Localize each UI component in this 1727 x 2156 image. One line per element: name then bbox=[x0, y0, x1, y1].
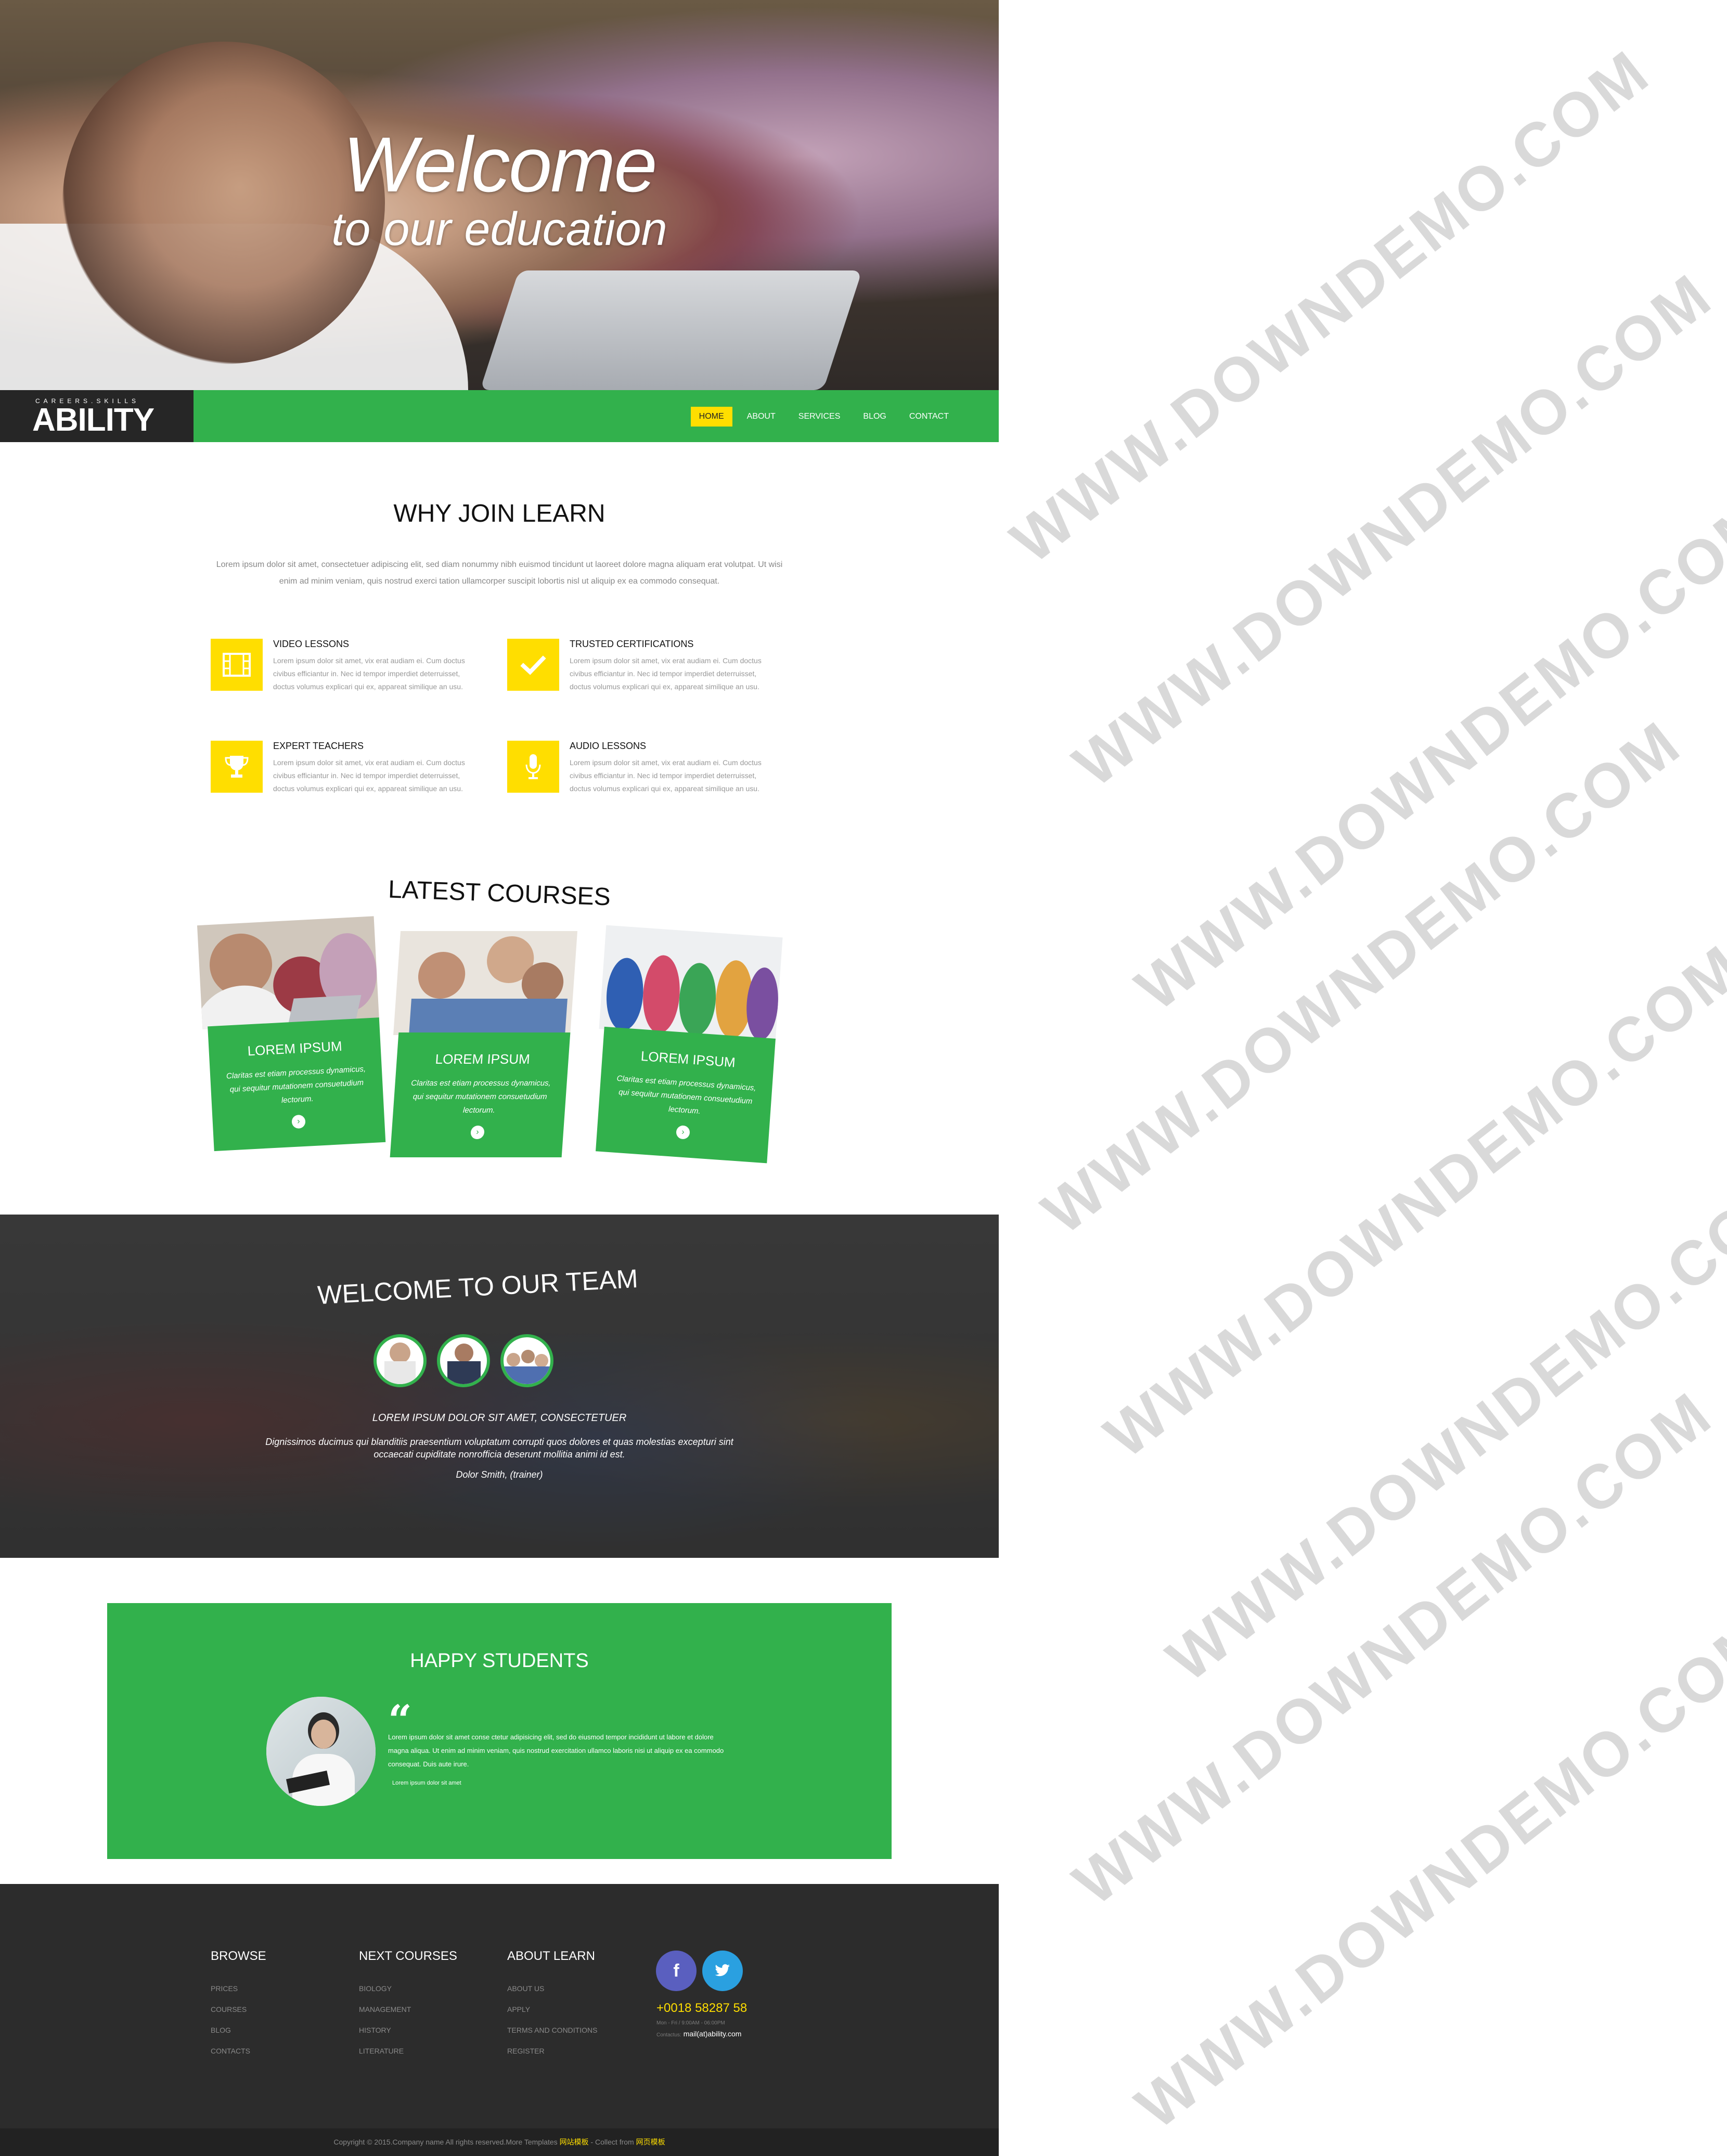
team-avatar[interactable] bbox=[437, 1334, 490, 1387]
course-info: LOREM IPSUM Claritas est etiam processus… bbox=[390, 1032, 571, 1157]
course-image bbox=[197, 916, 379, 1029]
copyright-text: Copyright © 2015.Company name All rights… bbox=[333, 2138, 558, 2146]
feature-title: EXPERT TEACHERS bbox=[273, 741, 364, 751]
feature-text: Lorem ipsum dolor sit amet, vix erat aud… bbox=[570, 656, 762, 691]
footer-link[interactable]: COURSES bbox=[211, 1999, 266, 2020]
footer-link[interactable]: PRICES bbox=[211, 1978, 266, 1999]
watermark: WWW.DOWNDEMO.COM bbox=[999, 36, 1663, 577]
footer-link[interactable]: BIOLOGY bbox=[359, 1978, 457, 1999]
team-avatar[interactable] bbox=[373, 1334, 427, 1387]
hero-title: Welcome bbox=[343, 121, 657, 208]
feature-title: AUDIO LESSONS bbox=[570, 741, 647, 751]
twitter-icon[interactable] bbox=[702, 1951, 743, 1991]
nav-item-about[interactable]: ABOUT bbox=[739, 407, 784, 427]
feature-trusted-certifications: TRUSTED CERTIFICATIONS Lorem ipsum dolor… bbox=[507, 639, 778, 717]
feature-text: Lorem ipsum dolor sit amet, vix erat aud… bbox=[570, 758, 762, 793]
page: Welcome to our education CAREERS.SKILLS … bbox=[0, 0, 999, 2156]
nav-item-blog[interactable]: BLOG bbox=[855, 407, 894, 427]
team-section: WELCOME TO OUR TEAM LOREM IPSUM DOLOR SI… bbox=[0, 1215, 999, 1558]
watermark-area: WWW.DOWNDEMO.COM WWW.DOWNDEMO.COM WWW.DO… bbox=[999, 0, 1727, 2156]
feature-title: VIDEO LESSONS bbox=[273, 639, 350, 649]
footer-link[interactable]: CONTACTS bbox=[211, 2041, 266, 2061]
logo[interactable]: CAREERS.SKILLS ABILITY bbox=[0, 390, 194, 442]
feature-video-lessons: VIDEO LESSONS Lorem ipsum dolor sit amet… bbox=[211, 639, 481, 717]
course-card[interactable]: LOREM IPSUM Claritas est etiam processus… bbox=[590, 925, 783, 1164]
nav-menu: HOME ABOUT SERVICES BLOG CONTACT bbox=[690, 407, 957, 427]
footer-heading: NEXT COURSES bbox=[359, 1949, 457, 1963]
course-image bbox=[393, 931, 578, 1035]
footer-column-about-learn: ABOUT LEARN ABOUT US APPLY TERMS AND CON… bbox=[507, 1949, 597, 2061]
team-quote-heading: LOREM IPSUM DOLOR SIT AMET, CONSECTETUER bbox=[372, 1412, 627, 1424]
nav-item-services[interactable]: SERVICES bbox=[790, 407, 849, 427]
team-quote: Dignissimos ducimus qui blanditiis praes… bbox=[265, 1437, 733, 1460]
why-title: WHY JOIN LEARN bbox=[393, 500, 605, 527]
feature-audio-lessons: AUDIO LESSONS Lorem ipsum dolor sit amet… bbox=[507, 741, 778, 819]
team-avatar[interactable] bbox=[500, 1334, 553, 1387]
film-icon bbox=[211, 639, 263, 691]
watermark: WWW.DOWNDEMO.COM bbox=[1061, 260, 1725, 801]
course-card[interactable]: LOREM IPSUM Claritas est etiam processus… bbox=[385, 931, 578, 1157]
student-photo bbox=[266, 1697, 376, 1806]
chevron-right-icon[interactable]: › bbox=[470, 1126, 485, 1139]
course-text: Claritas est etiam processus dynamicus, … bbox=[226, 1064, 366, 1105]
feature-text: Lorem ipsum dolor sit amet, vix erat aud… bbox=[273, 656, 465, 691]
course-card[interactable]: LOREM IPSUM Claritas est etiam processus… bbox=[197, 916, 386, 1152]
course-info: LOREM IPSUM Claritas est etiam processus… bbox=[208, 1017, 386, 1152]
logo-name: ABILITY bbox=[32, 402, 154, 438]
happy-students-title: HAPPY STUDENTS bbox=[410, 1650, 589, 1672]
testimonial-author: Lorem ipsum dolor sit amet bbox=[392, 1780, 461, 1786]
footer-phone: +0018 58287 58 bbox=[656, 2001, 747, 2015]
copyright-link[interactable]: 网站模板 bbox=[560, 2138, 589, 2146]
footer-link[interactable]: REGISTER bbox=[507, 2041, 597, 2061]
nav-item-contact[interactable]: CONTACT bbox=[901, 407, 957, 427]
check-icon bbox=[507, 639, 559, 691]
course-info: LOREM IPSUM Claritas est etiam processus… bbox=[596, 1026, 776, 1164]
courses-title: LATEST COURSES bbox=[388, 875, 611, 911]
footer-link[interactable]: ABOUT US bbox=[507, 1978, 597, 1999]
course-image bbox=[599, 925, 783, 1041]
copyright-text: - Collect from bbox=[590, 2138, 634, 2146]
copyright-link[interactable]: 网页模板 bbox=[636, 2138, 665, 2146]
footer-link[interactable]: LITERATURE bbox=[359, 2041, 457, 2061]
footer-column-browse: BROWSE PRICES COURSES BLOG CONTACTS bbox=[211, 1949, 266, 2061]
footer-link[interactable]: BLOG bbox=[211, 2020, 266, 2041]
course-text: Claritas est etiam processus dynamicus, … bbox=[410, 1079, 551, 1115]
feature-expert-teachers: EXPERT TEACHERS Lorem ipsum dolor sit am… bbox=[211, 741, 481, 819]
chevron-right-icon[interactable]: › bbox=[676, 1125, 690, 1140]
course-title: LOREM IPSUM bbox=[640, 1048, 736, 1070]
happy-students-section: HAPPY STUDENTS “ Lorem ipsum dolor sit a… bbox=[107, 1603, 892, 1859]
course-title: LOREM IPSUM bbox=[247, 1038, 343, 1059]
footer-email: Contactus: mail(at)ability.com bbox=[656, 2030, 741, 2038]
trophy-icon bbox=[211, 741, 263, 793]
footer-link[interactable]: HISTORY bbox=[359, 2020, 457, 2041]
feature-text: Lorem ipsum dolor sit amet, vix erat aud… bbox=[273, 758, 465, 793]
microphone-icon bbox=[507, 741, 559, 793]
feature-title: TRUSTED CERTIFICATIONS bbox=[570, 639, 694, 649]
nav-item-home[interactable]: HOME bbox=[690, 407, 732, 427]
footer-heading: BROWSE bbox=[211, 1949, 266, 1963]
watermark: WWW.DOWNDEMO.COM bbox=[1092, 931, 1727, 1471]
why-lead: Lorem ipsum dolor sit amet, consectetuer… bbox=[216, 560, 783, 586]
team-quote-author: Dolor Smith, (trainer) bbox=[456, 1469, 543, 1480]
copyright-bar: Copyright © 2015.Company name All rights… bbox=[0, 2128, 999, 2156]
footer-hours: Mon - Fri / 9:00AM - 06:00PM bbox=[656, 2020, 725, 2026]
testimonial-text: Lorem ipsum dolor sit amet conse ctetur … bbox=[388, 1733, 724, 1768]
footer-email-link[interactable]: mail(at)ability.com bbox=[684, 2030, 742, 2038]
footer-email-label: Contactus: bbox=[656, 2032, 681, 2038]
footer-link[interactable]: APPLY bbox=[507, 1999, 597, 2020]
hero-banner: Welcome to our education bbox=[0, 0, 999, 390]
footer: BROWSE PRICES COURSES BLOG CONTACTS NEXT… bbox=[0, 1884, 999, 2128]
footer-link[interactable]: TERMS AND CONDITIONS bbox=[507, 2020, 597, 2041]
footer-column-next-courses: NEXT COURSES BIOLOGY MANAGEMENT HISTORY … bbox=[359, 1949, 457, 2061]
navbar: CAREERS.SKILLS ABILITY HOME ABOUT SERVIC… bbox=[0, 390, 999, 442]
hero-image-laptop bbox=[480, 270, 862, 390]
hero-subtitle: to our education bbox=[331, 203, 667, 255]
footer-heading: ABOUT LEARN bbox=[507, 1949, 595, 1963]
chevron-right-icon[interactable]: › bbox=[291, 1114, 306, 1129]
footer-link[interactable]: MANAGEMENT bbox=[359, 1999, 457, 2020]
course-text: Claritas est etiam processus dynamicus, … bbox=[616, 1074, 757, 1116]
course-title: LOREM IPSUM bbox=[434, 1051, 531, 1067]
facebook-icon[interactable]: f bbox=[656, 1951, 697, 1991]
